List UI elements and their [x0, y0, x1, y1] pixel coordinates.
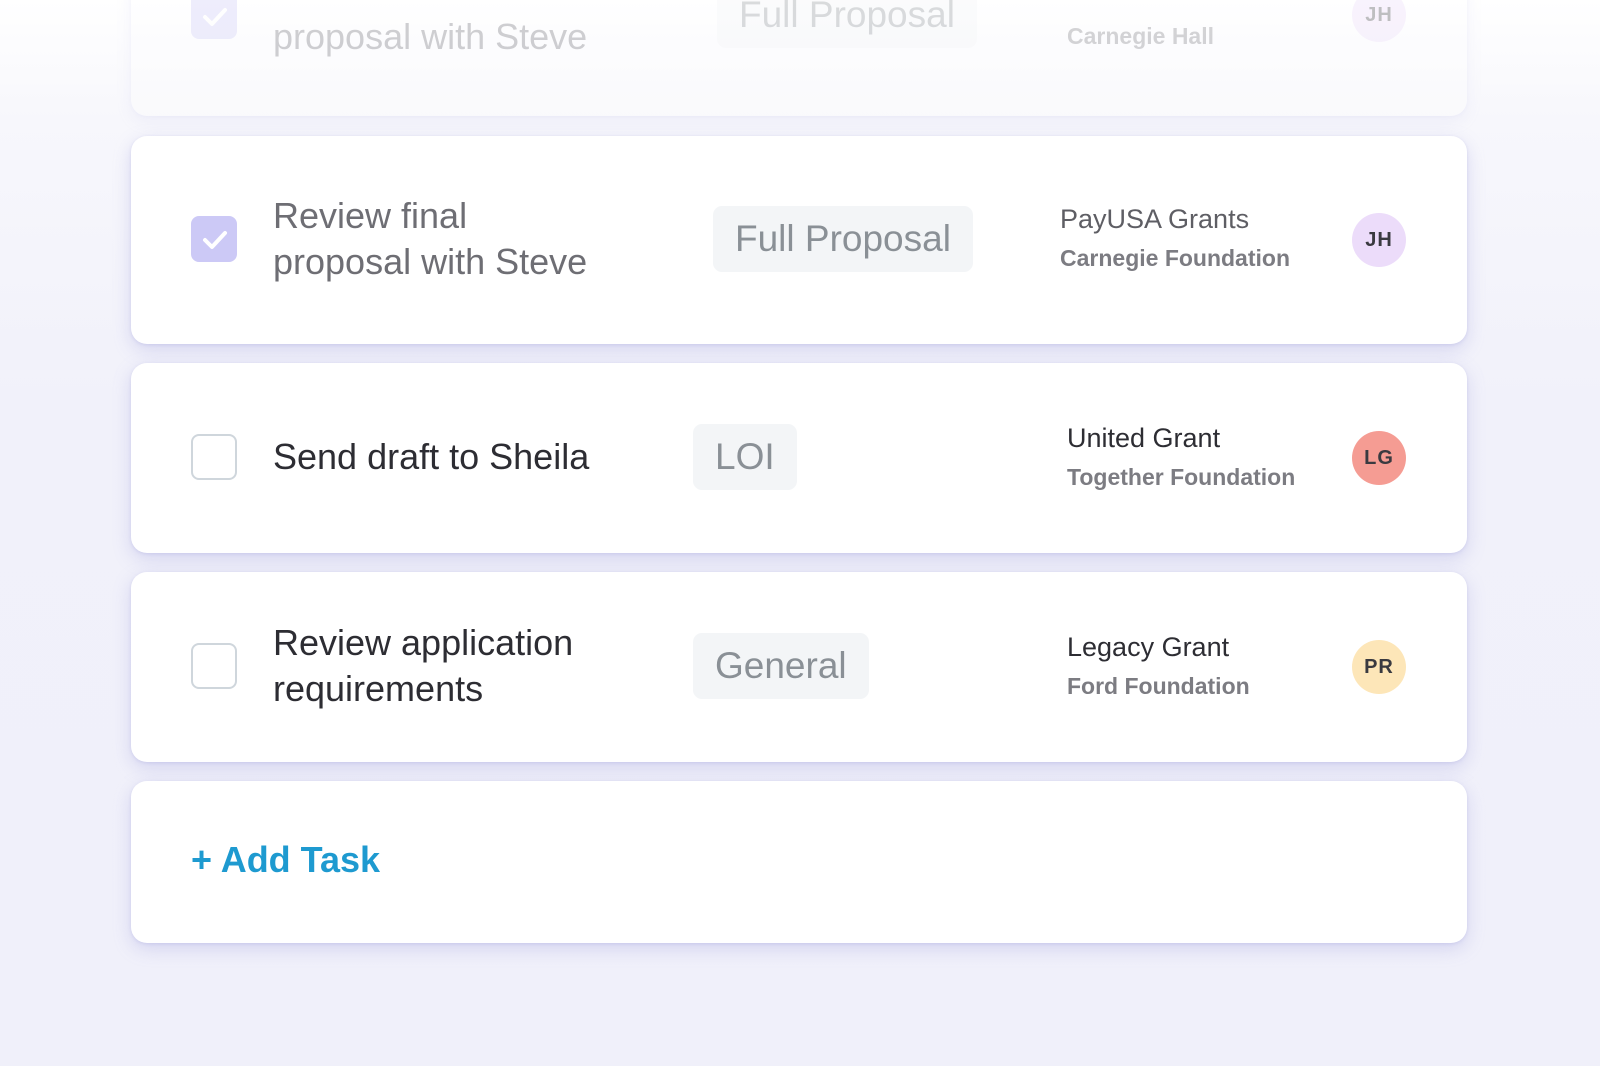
assignee-avatar[interactable]: JH [1352, 0, 1406, 42]
grant-name: Legacy Grant [1067, 632, 1230, 662]
task-title: Review final proposal with Steve [273, 193, 587, 285]
checkmark-icon [203, 231, 227, 249]
task-title-line: Review final [273, 195, 468, 236]
task-checkbox[interactable] [191, 216, 237, 262]
grant-organization: Ford Foundation [1067, 673, 1250, 699]
add-task-button[interactable]: + Add Task [191, 838, 380, 882]
grant-info: United Grant Together Foundation [1067, 421, 1295, 491]
task-checkbox[interactable] [191, 0, 237, 39]
task-card[interactable]: Send draft to Sheila LOI United Grant To… [131, 363, 1467, 553]
task-tag: Full Proposal [717, 0, 977, 48]
grant-info: Carnegie Hall [1067, 22, 1214, 50]
task-title: proposal with Steve [273, 16, 588, 57]
grant-organization: Carnegie Hall [1067, 23, 1214, 49]
grant-name: United Grant [1067, 423, 1221, 453]
task-title: Send draft to Sheila [273, 436, 590, 477]
checkmark-icon [203, 8, 227, 26]
task-tag: General [693, 633, 869, 699]
task-card[interactable]: Review application requirements General … [131, 572, 1467, 762]
task-title: Review application requirements [273, 620, 573, 712]
grant-info: Legacy Grant Ford Foundation [1067, 630, 1250, 700]
grant-organization: Together Foundation [1067, 464, 1296, 490]
task-tag: LOI [693, 424, 797, 490]
grant-organization: Carnegie Foundation [1060, 245, 1290, 271]
task-card[interactable]: Review final proposal with Steve Full Pr… [131, 136, 1467, 344]
task-checkbox[interactable] [191, 643, 237, 689]
assignee-avatar[interactable]: JH [1352, 213, 1406, 267]
grant-info: PayUSA Grants Carnegie Foundation [1060, 202, 1290, 272]
task-title-line: Review application [273, 622, 574, 663]
assignee-avatar[interactable]: LG [1352, 431, 1406, 485]
add-task-card: + Add Task [131, 781, 1467, 943]
grant-name: PayUSA Grants [1060, 204, 1250, 234]
task-title-line: proposal with Steve [273, 241, 588, 282]
task-title-line: requirements [273, 668, 484, 709]
task-tag: Full Proposal [713, 206, 973, 272]
assignee-avatar[interactable]: PR [1352, 640, 1406, 694]
task-card[interactable]: proposal with Steve Full Proposal Carneg… [131, 0, 1467, 116]
task-checkbox[interactable] [191, 434, 237, 480]
